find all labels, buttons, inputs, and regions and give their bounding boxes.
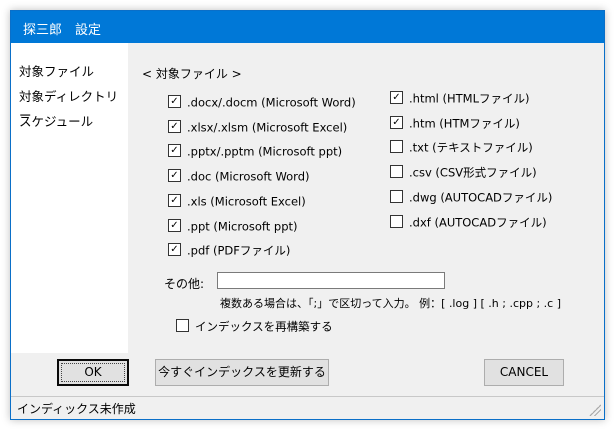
checkbox-box[interactable]	[176, 319, 189, 332]
section-label: < 対象ファイル >	[142, 67, 242, 81]
other-extensions-input[interactable]	[217, 272, 445, 289]
filetype-checkbox[interactable]: ✓ .html (HTMLファイル)	[390, 90, 529, 106]
checkbox-box[interactable]	[390, 140, 403, 154]
sidebar-item-schedule[interactable]: スケジュール	[19, 111, 93, 130]
filetype-label: .pptx/.pptm (Microsoft ppt)	[187, 144, 343, 159]
checkbox-box[interactable]	[390, 189, 403, 203]
settings-panel: < 対象ファイル > ✓ .docx/.docm (Microsoft Word)…	[128, 43, 604, 353]
filetype-label: .pdf (PDFファイル)	[187, 243, 291, 258]
filetype-label: .txt (テキストファイル)	[409, 140, 533, 155]
filetype-checkbox[interactable]: ✓ .pptx/.pptm (Microsoft ppt)	[168, 143, 342, 159]
filetype-label: .ppt (Microsoft ppt)	[187, 219, 298, 233]
sidebar-item-target-files[interactable]: 対象ファイル	[19, 61, 94, 80]
checkbox-box[interactable]	[390, 165, 403, 179]
ok-button[interactable]: OK	[57, 359, 129, 386]
update-index-button[interactable]: 今すぐインデックスを更新する	[155, 359, 329, 386]
checkmark-icon[interactable]: ✓	[390, 115, 403, 129]
checkmark-icon[interactable]: ✓	[390, 91, 403, 104]
checkmark-icon[interactable]: ✓	[168, 193, 181, 207]
filetype-checkbox[interactable]: ✓ .doc (Microsoft Word)	[168, 168, 310, 184]
filetype-checkbox[interactable]: .csv (CSV形式ファイル)	[390, 164, 537, 180]
filetype-checkbox[interactable]: ✓ .xls (Microsoft Excel)	[168, 193, 306, 209]
filetype-label: .docx/.docm (Microsoft Word)	[187, 95, 356, 110]
filetype-label: .csv (CSV形式ファイル)	[409, 165, 537, 180]
status-text: インディックス未作成	[17, 402, 136, 416]
filetype-checkbox[interactable]: .dwg (AUTOCADファイル)	[390, 189, 552, 205]
filetype-label: .dwg (AUTOCADファイル)	[409, 190, 553, 205]
filetype-label: .dxf (AUTOCADファイル)	[409, 215, 547, 229]
checkmark-icon[interactable]: ✓	[168, 144, 181, 158]
filetype-checkbox[interactable]: .txt (テキストファイル)	[390, 139, 533, 155]
checkmark-icon[interactable]: ✓	[168, 218, 181, 232]
filetype-checkbox[interactable]: ✓ .xlsx/.xlsm (Microsoft Excel)	[168, 119, 347, 135]
rebuild-index-checkbox[interactable]: インデックスを再構築する	[176, 318, 333, 334]
sidebar: 対象ファイル 対象ディレクトリー スケジュール	[11, 43, 128, 353]
checkmark-icon[interactable]: ✓	[168, 119, 181, 133]
checkmark-icon[interactable]: ✓	[168, 169, 181, 183]
filetype-label: .xlsx/.xlsm (Microsoft Excel)	[187, 120, 348, 135]
checkbox-box[interactable]	[390, 214, 403, 228]
filetype-label: .doc (Microsoft Word)	[187, 169, 310, 184]
cancel-button[interactable]: CANCEL	[484, 359, 564, 386]
other-extensions-hint: 複数ある場合は、「;」で区切って入力。 例：[ .log ] [ .h ; .c…	[220, 297, 561, 310]
filetype-checkbox[interactable]: ✓ .pdf (PDFファイル)	[168, 242, 290, 258]
status-bar: インディックス未作成	[11, 396, 604, 419]
settings-window: 探三郎 設定 対象ファイル 対象ディレクトリー スケジュール < 対象ファイル …	[10, 10, 605, 420]
checkmark-icon[interactable]: ✓	[168, 243, 181, 257]
filetype-label: .htm (HTMファイル)	[409, 116, 520, 131]
filetype-label: .xls (Microsoft Excel)	[187, 194, 306, 209]
checkmark-icon[interactable]: ✓	[168, 95, 181, 108]
filetype-checkbox[interactable]: ✓ .ppt (Microsoft ppt)	[168, 218, 298, 234]
filetype-checkbox[interactable]: ✓ .htm (HTMファイル)	[390, 115, 520, 131]
filetype-checkbox[interactable]: ✓ .docx/.docm (Microsoft Word)	[168, 94, 356, 110]
other-extensions-label: その他:	[164, 277, 205, 291]
title-bar: 探三郎 設定	[11, 11, 604, 43]
rebuild-index-label: インデックスを再構築する	[195, 319, 333, 334]
window-title: 探三郎 設定	[23, 23, 102, 38]
filetype-checkbox[interactable]: .dxf (AUTOCADファイル)	[390, 214, 547, 230]
resize-grip-icon[interactable]	[589, 404, 601, 416]
filetype-label: .html (HTMLファイル)	[409, 91, 530, 106]
